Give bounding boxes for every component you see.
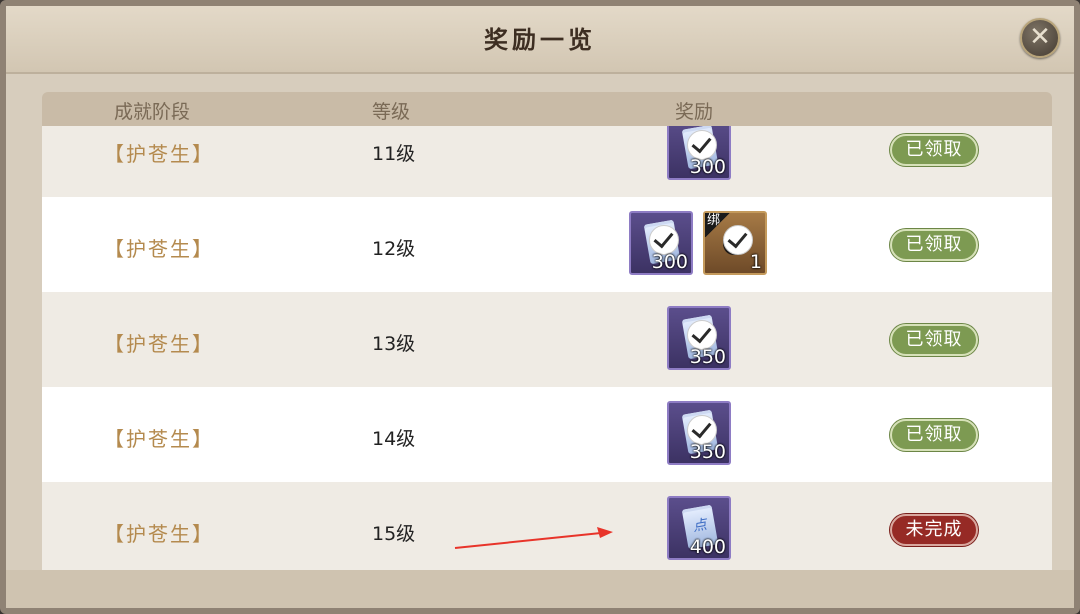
column-header-stage: 成就阶段 — [114, 101, 191, 123]
table-header: 成就阶段 等级 奖励 — [42, 92, 1052, 126]
reward-quantity: 350 — [689, 345, 726, 368]
stage-label: 【护苍生】 — [104, 141, 214, 166]
panel-title: 奖励一览 — [484, 25, 596, 54]
reward-items: 350 — [629, 305, 769, 376]
table-row: 【护苍生】 12级 300 绑 1 已领取 — [42, 197, 1052, 292]
claimed-status-button[interactable]: 已领取 — [890, 323, 978, 356]
stage-label: 【护苍生】 — [104, 521, 214, 546]
reward-quantity: 300 — [689, 155, 726, 178]
stage-label: 【护苍生】 — [104, 426, 214, 451]
reward-item[interactable]: 300 — [629, 210, 693, 275]
level-label: 11级 — [372, 142, 416, 165]
column-header-level: 等级 — [372, 101, 411, 123]
reward-panel: 奖励一览 ✕ 成就阶段 等级 奖励 【护苍生】 11级 300 已领取 【护苍生】 12级… — [0, 0, 1080, 614]
reward-item[interactable]: 绑1 — [703, 210, 767, 275]
reward-items: 300 绑 1 — [629, 210, 769, 281]
reward-list[interactable]: 【护苍生】 11级 300 已领取 【护苍生】 12级 300 绑 1 已领取 【护苍生】 13级 35… — [42, 126, 1052, 576]
level-label: 12级 — [372, 237, 416, 260]
reward-items: 点 400 — [629, 495, 769, 566]
column-header-reward: 奖励 — [675, 101, 714, 123]
red-arrow-annotation — [454, 527, 613, 549]
level-label: 15级 — [372, 522, 416, 545]
reward-quantity: 350 — [689, 440, 726, 463]
claimed-status-button[interactable]: 已领取 — [890, 133, 978, 166]
reward-quantity: 300 — [651, 250, 688, 273]
reward-item[interactable]: 350 — [667, 400, 731, 465]
reward-items: 300 — [629, 126, 769, 186]
table-row: 【护苍生】 14级 350 已领取 — [42, 387, 1052, 482]
reward-item[interactable]: 300 — [667, 126, 731, 180]
panel-footer — [6, 570, 1074, 608]
reward-quantity: 400 — [689, 535, 726, 558]
claimed-status-button[interactable]: 已领取 — [890, 228, 978, 261]
close-button[interactable]: ✕ — [1020, 18, 1060, 58]
incomplete-status-button[interactable]: 未完成 — [890, 513, 978, 546]
stage-label: 【护苍生】 — [104, 236, 214, 261]
reward-item[interactable]: 350 — [667, 305, 731, 370]
level-label: 13级 — [372, 332, 416, 355]
checkmark-icon — [723, 224, 753, 255]
level-label: 14级 — [372, 427, 416, 450]
table-row: 【护苍生】 11级 300 已领取 — [42, 126, 1052, 197]
reward-item[interactable]: 点 400 — [667, 495, 731, 560]
scroll-glyph: 点 — [691, 516, 709, 535]
claimed-status-button[interactable]: 已领取 — [890, 418, 978, 451]
table-row: 【护苍生】 13级 350 已领取 — [42, 292, 1052, 387]
stage-label: 【护苍生】 — [104, 331, 214, 356]
reward-items: 350 — [629, 400, 769, 471]
reward-quantity: 1 — [749, 250, 762, 273]
panel-header: 奖励一览 ✕ — [6, 6, 1074, 74]
